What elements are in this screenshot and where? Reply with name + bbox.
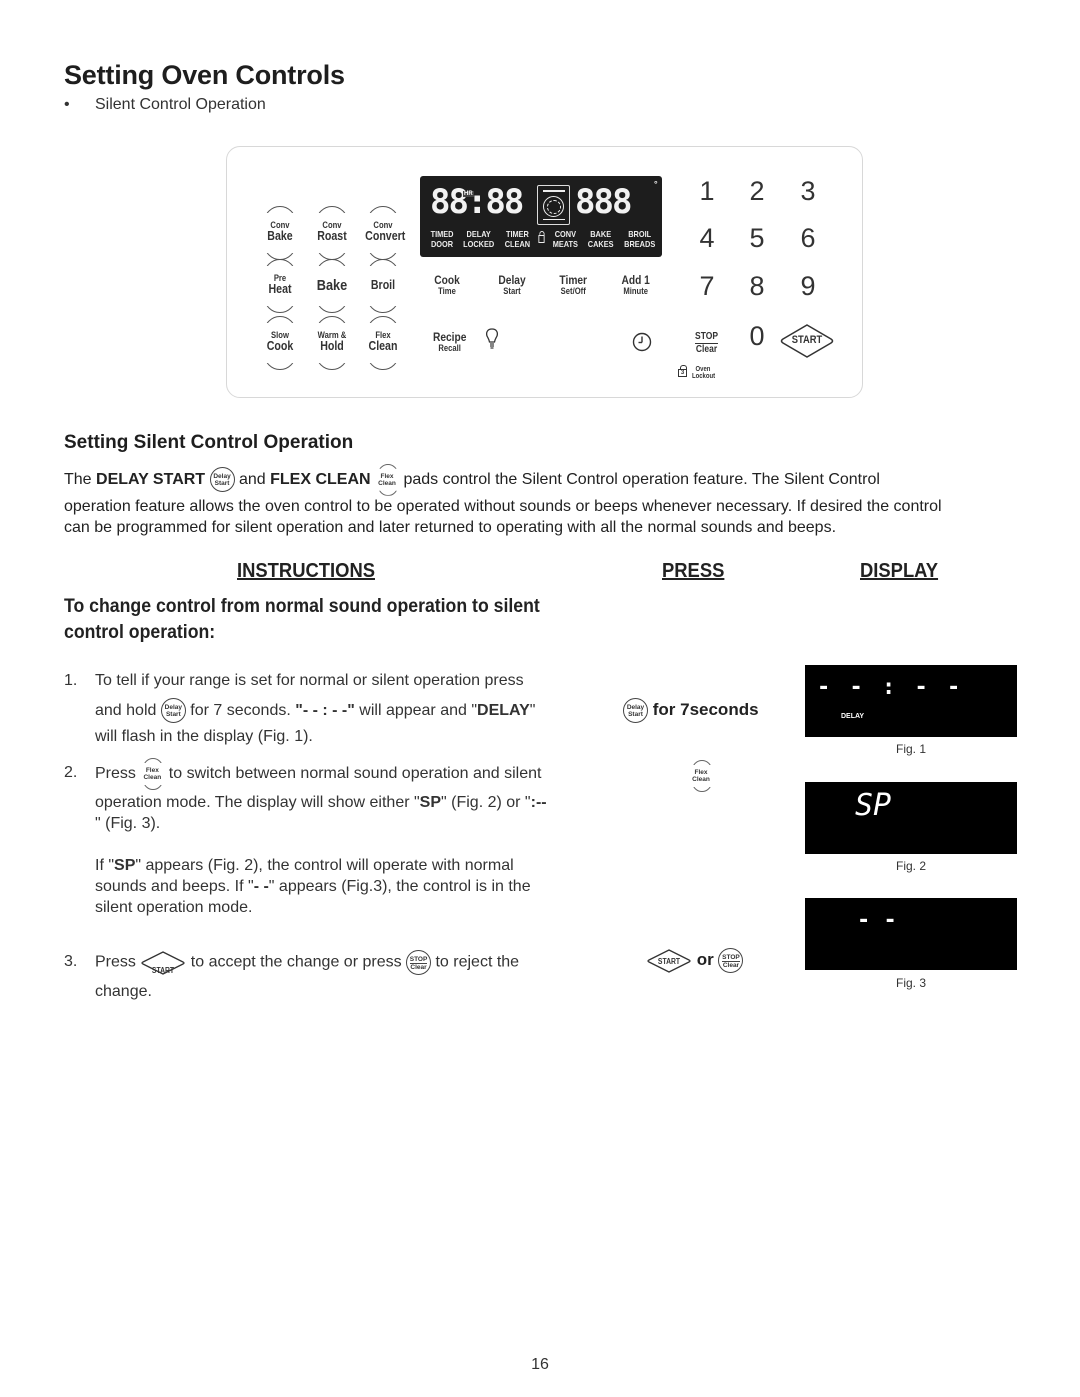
page-number: 16 bbox=[531, 1356, 549, 1373]
press-step-3: START or STOP Clear bbox=[646, 948, 744, 973]
display-label: TIMER CLEAN bbox=[504, 229, 530, 249]
pad-label-main: Broil bbox=[370, 278, 396, 292]
oven-lockout-label: 3 Oven Lockout bbox=[678, 365, 718, 382]
step-1: 1. To tell if your range is set for norm… bbox=[64, 672, 536, 745]
pad-conv-roast: Conv Roast bbox=[311, 206, 353, 260]
start-pad-icon: START bbox=[140, 950, 186, 975]
key-5: 5 bbox=[749, 223, 765, 253]
step-number: 3. bbox=[64, 953, 78, 970]
start-pad-icon: START bbox=[646, 948, 692, 973]
key-0: 0 bbox=[749, 321, 765, 351]
figure-2-display: SP bbox=[805, 782, 1017, 854]
flex-clean-pad-icon: Flex Clean bbox=[140, 762, 164, 786]
start-label: START bbox=[791, 334, 823, 346]
pad-label-main: Clean bbox=[368, 339, 398, 353]
figure-3-display: - - bbox=[805, 898, 1017, 970]
step-number: 1. bbox=[64, 672, 78, 689]
pad-label-main: Bake bbox=[316, 277, 348, 294]
key-7: 7 bbox=[699, 271, 715, 301]
key-6: 6 bbox=[800, 223, 816, 253]
key-9: 9 bbox=[800, 271, 816, 301]
pad-warm-hold: Warm & Hold bbox=[311, 316, 353, 370]
lock-icon bbox=[538, 229, 545, 249]
key-1: 1 bbox=[699, 176, 715, 206]
pad-label-main: Cook bbox=[266, 339, 294, 353]
bullet-dot: • bbox=[64, 96, 70, 113]
display-label: DELAY LOCKED bbox=[463, 229, 495, 249]
flex-clean-pad-icon: Flex Clean bbox=[375, 468, 399, 492]
step-3: 3. Press START to accept the change or p… bbox=[64, 950, 604, 1004]
display-label: BAKE CAKES bbox=[587, 229, 614, 249]
or-text: or bbox=[696, 949, 714, 969]
figure-1-caption: Fig. 1 bbox=[895, 742, 926, 756]
pad-label-main: Heat bbox=[268, 282, 292, 296]
pad-add-1-minute: Add 1 Minute bbox=[621, 273, 650, 296]
press-step-1-text: for 7seconds bbox=[652, 699, 759, 719]
pad-label-main: Hold bbox=[320, 339, 344, 353]
delay-start-pad-icon: Delay Start bbox=[623, 698, 648, 723]
display-labels: TIMED DOOR DELAY LOCKED TIMER CLEAN CONV MEA… bbox=[429, 229, 657, 249]
pad-stop-clear: STOP Clear bbox=[695, 331, 719, 355]
pad-cook-time: Cook Time bbox=[434, 273, 460, 296]
figure-3-readout: - - bbox=[857, 908, 897, 933]
column-head-instructions: INSTRUCTIONS bbox=[237, 560, 375, 582]
display-label: CONV MEATS bbox=[552, 229, 579, 249]
key-2: 2 bbox=[749, 176, 765, 206]
figure-2-caption: Fig. 2 bbox=[895, 859, 926, 873]
stop-clear-pad-icon: STOP Clear bbox=[406, 950, 432, 975]
figure-1-delay-label: DELAY bbox=[841, 713, 865, 720]
page-title: Setting Oven Controls bbox=[64, 60, 345, 90]
light-bulb-icon bbox=[485, 328, 499, 350]
figure-2-readout: SP bbox=[855, 788, 892, 823]
clock-icon bbox=[632, 332, 652, 352]
pad-timer-set-off: Timer Set/Off bbox=[559, 273, 588, 296]
pad-label-main: Convert bbox=[365, 229, 406, 243]
display-label: TIMED DOOR bbox=[430, 229, 454, 249]
degree-symbol: ° bbox=[654, 179, 658, 189]
pad-delay-start: Delay Start bbox=[498, 273, 526, 296]
press-step-2: Flex Clean bbox=[689, 764, 713, 788]
display-label: BROIL BREADS bbox=[623, 229, 655, 249]
bullet-item: • Silent Control Operation bbox=[64, 96, 266, 114]
hr-indicator: HR bbox=[463, 191, 474, 197]
oven-display: 88:88 HR 888 ° TIMED DOOR DELAY LOCKED TIM… bbox=[420, 176, 662, 257]
pad-pre-heat: Pre Heat bbox=[259, 259, 301, 313]
key-8: 8 bbox=[749, 271, 765, 301]
key-4: 4 bbox=[699, 223, 715, 253]
column-head-press: PRESS bbox=[662, 560, 725, 582]
lock-icon: 3 bbox=[678, 365, 687, 377]
delay-start-pad-icon: Delay Start bbox=[160, 698, 186, 724]
pad-recipe-recall: Recipe Recall bbox=[432, 330, 467, 353]
figure-1-display: - - : - - DELAY bbox=[805, 665, 1017, 737]
press-step-1: Delay Start for 7seconds bbox=[623, 698, 759, 723]
pad-slow-cook: Slow Cook bbox=[259, 316, 301, 370]
pad-label-main: Roast bbox=[317, 229, 347, 243]
column-head-display: DISPLAY bbox=[860, 560, 939, 582]
pad-conv-convert: Conv Convert bbox=[362, 206, 406, 260]
intro-paragraph-line2: operation feature allows the oven contro… bbox=[64, 498, 942, 515]
convection-fan-icon bbox=[537, 185, 570, 225]
stop-clear-pad-icon: STOP Clear bbox=[718, 948, 744, 973]
pad-flex-clean: Flex Clean bbox=[362, 316, 404, 370]
pad-conv-bake: Conv Bake bbox=[259, 206, 301, 260]
bullet-text: Silent Control Operation bbox=[95, 96, 266, 113]
key-3: 3 bbox=[800, 176, 816, 206]
delay-start-pad-icon: Delay Start bbox=[209, 467, 235, 493]
pad-start: START bbox=[779, 323, 835, 359]
intro-paragraph-line1: The DELAY START Delay Start and FLEX CLEA… bbox=[64, 467, 1024, 493]
figure-3-caption: Fig. 3 bbox=[895, 976, 926, 990]
pad-bake: Bake bbox=[311, 259, 353, 313]
section-heading: Setting Silent Control Operation bbox=[64, 432, 354, 453]
temp-digits: 888 bbox=[575, 182, 632, 222]
pad-broil: Broil bbox=[362, 259, 404, 313]
step-number: 2. bbox=[64, 764, 78, 781]
step-2: 2. Press Flex Clean to switch between nor… bbox=[64, 762, 547, 916]
subheading: To change control from normal sound oper… bbox=[64, 596, 540, 643]
pad-label-main: Bake bbox=[267, 229, 293, 243]
clock-digits: 88:88 bbox=[430, 182, 524, 222]
intro-paragraph-line3: can be programmed for silent operation a… bbox=[64, 519, 837, 536]
flex-clean-pad-icon: Flex Clean bbox=[689, 764, 713, 788]
figure-1-readout: - - : - - bbox=[817, 675, 964, 700]
